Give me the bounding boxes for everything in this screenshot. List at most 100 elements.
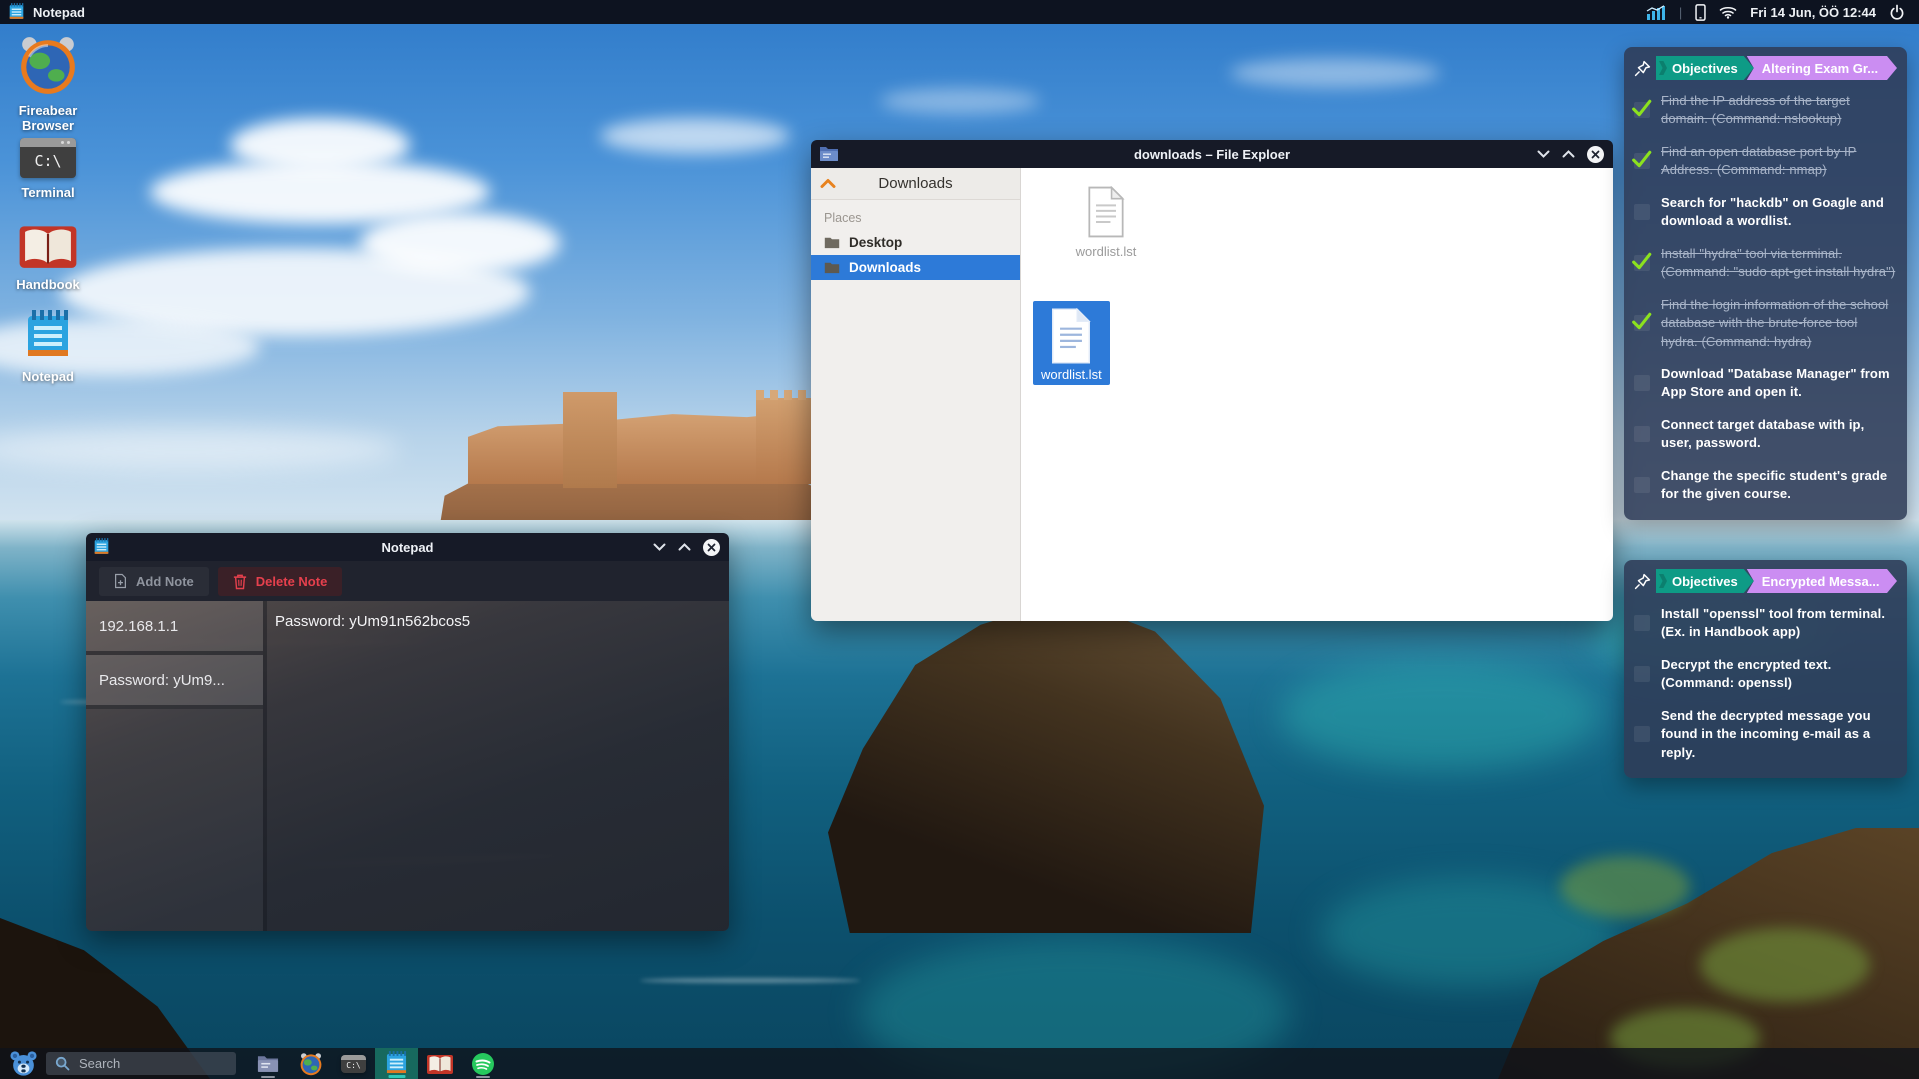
file-explorer-window: downloads – File Exploer Downloads Place… (811, 140, 1613, 621)
objective-item: Find an open database port by IP Address… (1632, 143, 1897, 180)
search-icon (55, 1056, 70, 1071)
taskbar-app-terminal[interactable]: C:\ (332, 1048, 375, 1079)
mission-ribbon[interactable]: Altering Exam Gr... (1747, 56, 1897, 80)
check-icon (1632, 99, 1652, 117)
objective-checkbox (1634, 666, 1650, 682)
phone-icon[interactable] (1695, 4, 1706, 21)
running-indicator (388, 1075, 405, 1078)
delete-note-button[interactable]: Delete Note (218, 567, 343, 596)
desktop-icon-terminal[interactable]: C:\ Terminal (4, 138, 92, 200)
add-note-label: Add Note (136, 574, 194, 589)
folder-icon (819, 145, 839, 162)
taskbar-search[interactable] (46, 1052, 236, 1075)
objective-text: Find the IP address of the target domain… (1661, 92, 1897, 129)
maximize-button[interactable] (678, 538, 691, 556)
objectives-list: Install "openssl" tool from terminal. (E… (1632, 605, 1897, 762)
desktop-icon-label: Terminal (21, 185, 74, 200)
bear-icon (10, 1050, 37, 1077)
objective-checkbox (1634, 615, 1650, 631)
desktop-icon-handbook[interactable]: Handbook (4, 222, 92, 292)
objectives-header: Objectives Encrypted Messa... (1632, 569, 1897, 593)
objective-text: Connect target database with ip, user, p… (1661, 416, 1897, 453)
handbook-icon (19, 222, 77, 270)
note-list-item[interactable]: 192.168.1.1 (86, 601, 263, 655)
taskbar-app-fireabear-browser[interactable] (289, 1048, 332, 1079)
maximize-button[interactable] (1562, 145, 1575, 163)
handbook-icon (427, 1053, 453, 1075)
file-item-wordlist-selected[interactable]: wordlist.lst (1033, 301, 1110, 385)
terminal-icon-glyph: C:\ (341, 1060, 366, 1072)
file-list-area[interactable]: wordlist.lst wordlist.lst (1021, 168, 1613, 621)
terminal-icon-titlebar (341, 1055, 366, 1060)
delete-note-label: Delete Note (256, 574, 328, 589)
close-icon (1591, 150, 1600, 159)
power-icon[interactable] (1889, 4, 1905, 20)
taskbar-app-file-explorer[interactable] (246, 1048, 289, 1079)
file-name: wordlist.lst (1041, 367, 1102, 382)
desktop-icon-notepad[interactable]: Notepad (4, 310, 92, 384)
pin-icon[interactable] (1634, 60, 1651, 77)
top-bar-app-area: Notepad (0, 3, 85, 21)
note-title: Password: yUm9... (99, 672, 225, 689)
stats-icon[interactable] (1646, 5, 1666, 20)
check-icon (1632, 312, 1652, 330)
go-up-button[interactable] (820, 176, 836, 194)
file-item-wordlist[interactable]: wordlist.lst (1051, 186, 1161, 259)
taskbar-app-handbook[interactable] (418, 1048, 461, 1079)
wifi-icon[interactable] (1719, 5, 1737, 19)
browser-icon (17, 34, 79, 96)
objective-text: Install "openssl" tool from terminal. (E… (1661, 605, 1897, 642)
desktop-icon-fireabear-browser[interactable]: Fireabear Browser (4, 34, 92, 134)
objective-checkbox (1634, 477, 1650, 493)
place-item-downloads[interactable]: Downloads (811, 255, 1020, 280)
desktop-icon-label: Handbook (16, 277, 80, 292)
start-button[interactable] (0, 1048, 46, 1079)
note-list-item-selected[interactable]: Password: yUm9... (86, 655, 263, 709)
taskbar-app-notepad[interactable] (375, 1048, 418, 1079)
water-highlight (1280, 660, 1600, 770)
current-folder-label: Downloads (811, 175, 1020, 192)
notepad-titlebar[interactable]: Notepad (86, 533, 729, 561)
place-label: Downloads (849, 260, 921, 275)
taskbar-app-spotify[interactable] (461, 1048, 504, 1079)
objective-text: Decrypt the encrypted text. (Command: op… (1661, 656, 1897, 693)
top-bar: Notepad | Fri 14 Jun, ÖÖ 12:44 (0, 0, 1919, 24)
terminal-icon-titlebar (20, 138, 76, 147)
objective-checkbox (1634, 204, 1650, 220)
search-input[interactable] (77, 1055, 211, 1072)
place-label: Desktop (849, 235, 902, 250)
place-item-desktop[interactable]: Desktop (811, 230, 1020, 255)
places-header: Places (824, 211, 1020, 225)
check-icon (1632, 150, 1652, 168)
taskbar-apps: C:\ (246, 1048, 504, 1079)
close-button[interactable] (1587, 146, 1604, 163)
objective-item: Connect target database with ip, user, p… (1632, 416, 1897, 453)
objective-checkbox (1634, 255, 1650, 271)
objective-checkbox (1634, 102, 1650, 118)
chevron-up-icon (678, 543, 691, 551)
file-explorer-titlebar[interactable]: downloads – File Exploer (811, 140, 1613, 168)
add-note-button[interactable]: Add Note (99, 567, 209, 596)
objective-text: Find the login information of the school… (1661, 296, 1897, 351)
cloud (600, 118, 790, 154)
objective-item: Download "Database Manager" from App Sto… (1632, 365, 1897, 402)
castle-tower (563, 392, 617, 488)
close-button[interactable] (703, 539, 720, 556)
mission-ribbon[interactable]: Encrypted Messa... (1747, 569, 1897, 593)
close-icon (707, 543, 716, 552)
chevron-up-icon (820, 178, 836, 189)
folder-icon (824, 236, 840, 249)
note-content[interactable]: Password: yUm91n562bcos5 (263, 601, 729, 931)
wave-foam (640, 978, 860, 983)
terminal-icon: C:\ (20, 138, 76, 178)
minimize-button[interactable] (653, 538, 666, 556)
pin-icon[interactable] (1634, 573, 1651, 590)
note-add-icon (114, 573, 127, 589)
objective-item: Search for "hackdb" on Goagle and downlo… (1632, 194, 1897, 231)
notepad-icon (9, 3, 24, 21)
browser-icon (299, 1052, 323, 1076)
desktop-icon-label: Notepad (22, 369, 74, 384)
objectives-ribbon: Objectives (1656, 569, 1754, 593)
minimize-button[interactable] (1537, 145, 1550, 163)
notepad-body: 192.168.1.1 Password: yUm9... Password: … (86, 601, 729, 931)
